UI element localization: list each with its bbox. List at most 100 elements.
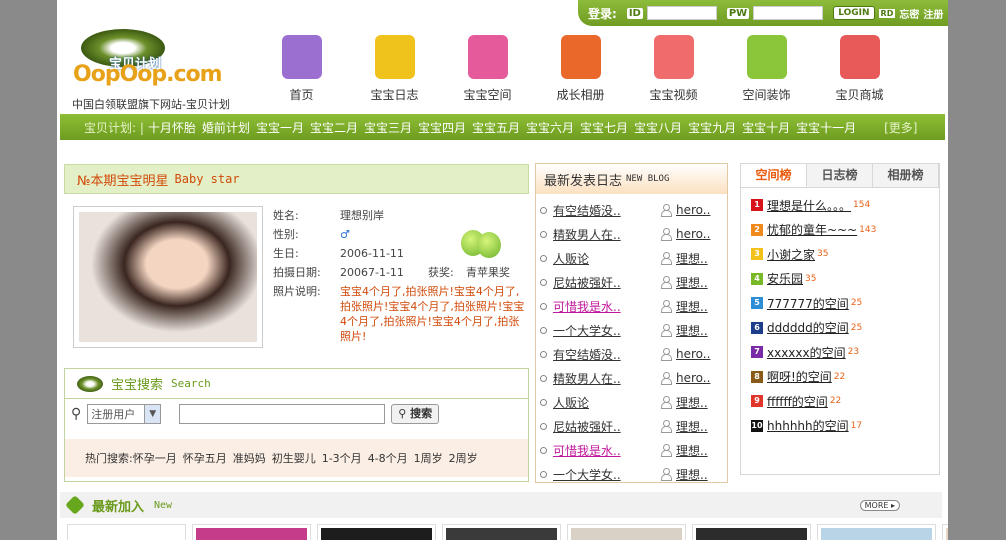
leaf-icon <box>65 495 85 515</box>
new-blog-panel: 最新发表日志 NEW BLOG 有空结婚没.. hero.. 精致男人在.. hero… <box>535 163 728 483</box>
channel-link[interactable]: 宝宝十月 <box>742 121 790 135</box>
hot-search-link[interactable]: 4-8个月 <box>368 450 408 466</box>
blog-title-link[interactable]: 精致男人在.. <box>553 370 660 387</box>
channel-more-link[interactable]: [更多] <box>884 119 917 136</box>
ranking-row: 8 啊呀!的空间 22 <box>751 365 933 390</box>
newest-thumbnail[interactable] <box>692 524 811 540</box>
nav-item[interactable]: 首页 <box>255 30 348 103</box>
newest-thumbnail[interactable] <box>567 524 686 540</box>
ranking-title-link[interactable]: xxxxxx的空间 <box>767 344 846 361</box>
blog-author-link[interactable]: hero.. <box>676 347 710 361</box>
newest-thumbnail[interactable] <box>317 524 436 540</box>
blog-title-en: NEW BLOG <box>626 174 670 184</box>
newest-thumbnail[interactable] <box>817 524 936 540</box>
ranking-title-link[interactable]: 777777的空间 <box>767 295 849 312</box>
channel-link[interactable]: 婚前计划 <box>202 121 250 135</box>
id-input[interactable] <box>646 6 717 20</box>
blog-author-link[interactable]: 理想.. <box>676 394 708 411</box>
search-type-select[interactable]: 注册用户 ▼ <box>87 404 162 424</box>
channel-link[interactable]: 宝宝六月 <box>526 121 574 135</box>
nav-item[interactable]: 宝宝空间 <box>441 30 534 103</box>
blog-author-link[interactable]: 理想.. <box>676 298 708 315</box>
ranking-title-link[interactable]: hhhhhh的空间 <box>767 417 849 434</box>
blog-title-link[interactable]: 一个大学女.. <box>553 322 660 339</box>
hot-search-link[interactable]: 1-3个月 <box>322 450 362 466</box>
channel-link[interactable]: 宝宝九月 <box>688 121 736 135</box>
ranking-title-link[interactable]: dddddd的空间 <box>767 319 849 336</box>
ranking-count: 22 <box>833 371 846 382</box>
channel-link[interactable]: 宝宝八月 <box>634 121 682 135</box>
newest-thumbnail[interactable] <box>67 524 186 540</box>
channel-link[interactable]: 十月怀胎 <box>148 121 196 135</box>
channel-link[interactable]: 宝宝三月 <box>364 121 412 135</box>
nav-item[interactable]: 宝宝日志 <box>348 30 441 103</box>
blog-title-link[interactable]: 精致男人在.. <box>553 226 660 243</box>
rank-number-badge: 10 <box>751 419 763 432</box>
ranking-tab[interactable]: 相册榜 <box>873 164 939 187</box>
nav-item[interactable]: 成长相册 <box>534 30 627 103</box>
user-icon <box>660 444 672 457</box>
ranking-title-link[interactable]: 忧郁的童年~~~ <box>767 221 857 238</box>
blog-author-link[interactable]: hero.. <box>676 203 710 217</box>
blog-author-link[interactable]: 理想.. <box>676 322 708 339</box>
blog-list: 有空结婚没.. hero.. 精致男人在.. hero.. 人贩论 理想.. 尼姑被强奸..… <box>536 194 727 486</box>
blog-author-link[interactable]: 理想.. <box>676 250 708 267</box>
ranking-title-link[interactable]: 安乐园 <box>767 270 803 287</box>
nav-item[interactable]: 宝宝视频 <box>627 30 720 103</box>
blog-author-link[interactable]: hero.. <box>676 227 710 241</box>
books-icon <box>275 30 329 84</box>
search-button[interactable]: ⚲ 搜索 <box>391 404 440 424</box>
nav-item[interactable]: 宝贝商城 <box>813 30 906 103</box>
blog-title-link[interactable]: 尼姑被强奸.. <box>553 418 660 435</box>
hot-search-link[interactable]: 准妈妈 <box>233 450 266 466</box>
blog-title-link[interactable]: 可惜我是水.. <box>553 442 660 459</box>
ranking-title-link[interactable]: 啊呀!的空间 <box>767 368 832 385</box>
search-title: 宝宝搜索 Search <box>65 369 528 399</box>
blog-author-link[interactable]: hero.. <box>676 371 710 385</box>
hot-search-link[interactable]: 1周岁 <box>414 450 443 466</box>
channel-link[interactable]: 宝宝二月 <box>310 121 358 135</box>
channel-link[interactable]: 宝宝一月 <box>256 121 304 135</box>
channel-link[interactable]: 宝宝十一月 <box>796 121 856 135</box>
newest-more-button[interactable]: MORE ▸ <box>859 500 900 511</box>
blog-title-link[interactable]: 一个大学女.. <box>553 466 660 483</box>
ranking-tab[interactable]: 日志榜 <box>807 164 873 187</box>
newest-thumbnail[interactable] <box>192 524 311 540</box>
magnifier-icon: ⚲ <box>71 406 82 422</box>
channel-link[interactable]: 宝宝四月 <box>418 121 466 135</box>
hot-search-link[interactable]: 2周岁 <box>449 450 478 466</box>
channel-link[interactable]: 宝宝七月 <box>580 121 628 135</box>
hot-search-items: 怀孕一月 怀孕五月 准妈妈 初生婴儿 1-3个月 4-8个月 1周岁 2周岁 <box>133 450 478 466</box>
ranking-title-link[interactable]: ffffff的空间 <box>767 393 828 410</box>
search-input[interactable] <box>179 404 386 424</box>
blog-title-link[interactable]: 人贩论 <box>553 250 660 267</box>
blog-title-link[interactable]: 可惜我是水.. <box>553 298 660 315</box>
channel-link[interactable]: 宝宝五月 <box>472 121 520 135</box>
site-logo[interactable]: 宝贝计划 OopOop.com 中国白领联盟旗下网站-宝贝计划 <box>69 26 249 116</box>
ranking-count: 23 <box>847 347 860 358</box>
blog-title-link[interactable]: 尼姑被强奸.. <box>553 274 660 291</box>
blog-title-link[interactable]: 有空结婚没.. <box>553 202 660 219</box>
hot-search-link[interactable]: 怀孕五月 <box>183 450 227 466</box>
ranking-title-link[interactable]: 理想是什么。。。 <box>767 197 851 214</box>
blog-author-link[interactable]: 理想.. <box>676 418 708 435</box>
nav-item[interactable]: 空间装饰 <box>720 30 813 103</box>
forgot-password-link[interactable]: 忘密 <box>899 6 919 21</box>
blog-author-link[interactable]: 理想.. <box>676 442 708 459</box>
ranking-tab[interactable]: 空间榜 <box>741 164 807 187</box>
register-link[interactable]: 注册 <box>923 6 943 21</box>
blog-author-link[interactable]: 理想.. <box>676 466 708 483</box>
hot-search-link[interactable]: 初生婴儿 <box>272 450 316 466</box>
rd-label[interactable]: RD <box>878 8 896 18</box>
blog-author-link[interactable]: 理想.. <box>676 274 708 291</box>
ranking-title-link[interactable]: 小谢之家 <box>767 246 815 263</box>
blog-title-link[interactable]: 人贩论 <box>553 394 660 411</box>
login-button[interactable]: LOGIN <box>833 6 875 20</box>
hot-search-link[interactable]: 怀孕一月 <box>133 450 177 466</box>
music-note-icon <box>740 30 794 84</box>
newest-thumbnail[interactable] <box>442 524 561 540</box>
blog-title-link[interactable]: 有空结婚没.. <box>553 346 660 363</box>
password-input[interactable] <box>753 6 824 20</box>
baby-star-photo[interactable] <box>73 206 263 348</box>
newest-thumbnail[interactable] <box>942 524 948 540</box>
